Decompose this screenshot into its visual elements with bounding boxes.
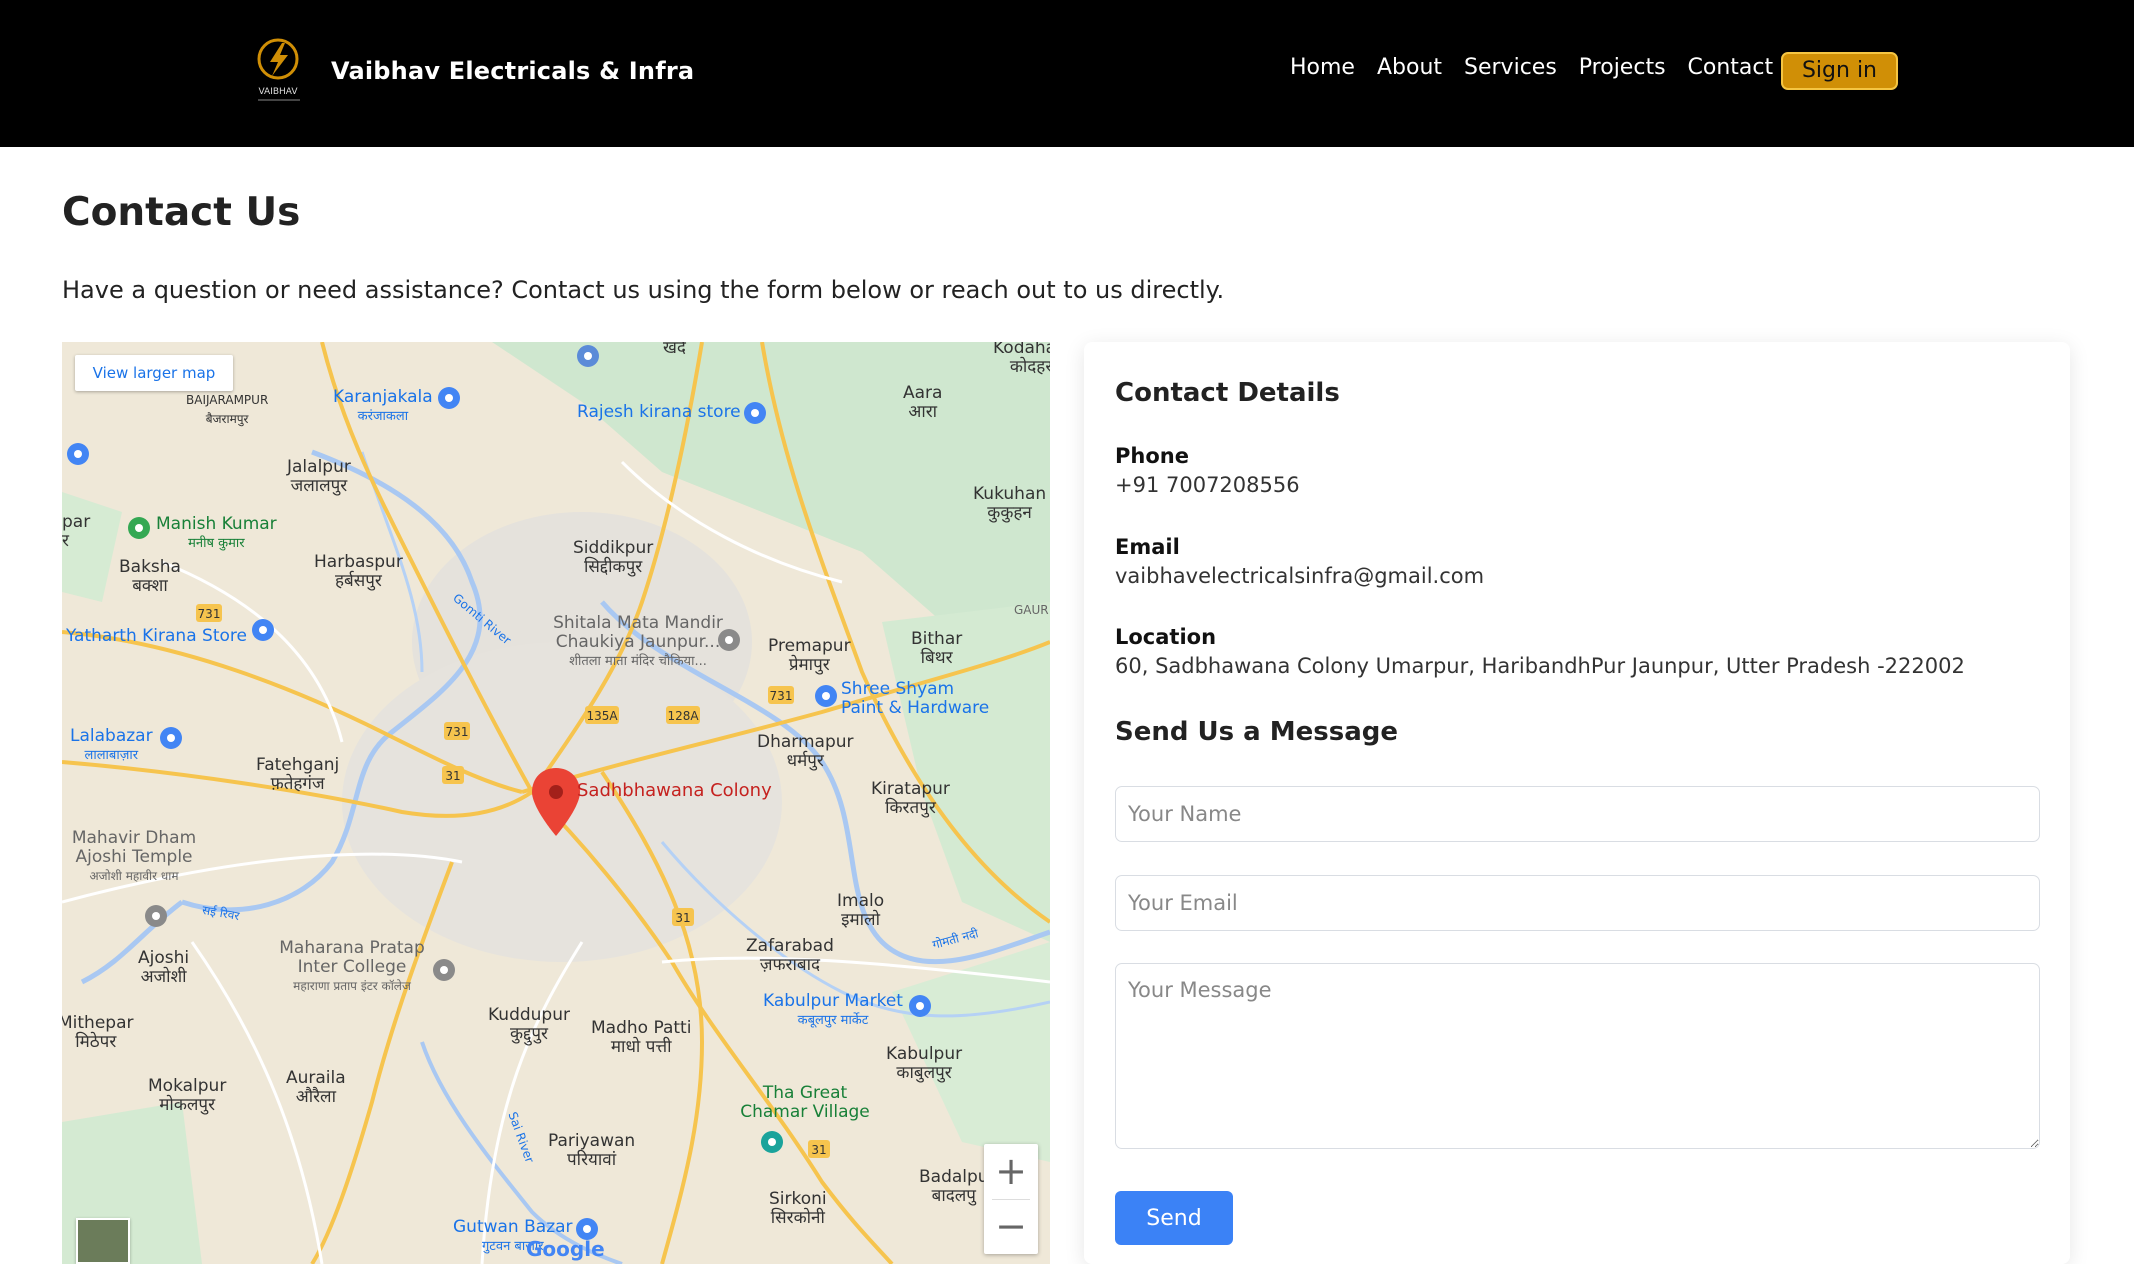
map-place-label: Kabulpur Market कबूलपुर मार्केट — [763, 991, 903, 1029]
google-logo: Google — [526, 1237, 605, 1261]
map-place-label: Karanjakala करंजाकला — [333, 387, 433, 425]
poi-pin-icon — [128, 517, 150, 539]
map-place-label: Mahavir Dham Ajoshi Temple अजोशी महावीर ध… — [71, 828, 197, 884]
send-message-heading: Send Us a Message — [1115, 717, 1399, 747]
navbar: VAIBHAV Vaibhav Electricals & Infra Home… — [0, 0, 2134, 147]
map-place-label: Siddikpur सिद्दीकपुर — [573, 538, 654, 577]
nav-links: Home About Services Projects Contact — [1290, 55, 1795, 80]
map-place-label: Fatehganj फ़तेहगंज — [256, 755, 340, 794]
nav-home[interactable]: Home — [1290, 55, 1355, 80]
poi-pin-icon — [761, 1131, 783, 1153]
map-place-label: Shitala Mata Mandir Chaukiya Jaunpur... श… — [553, 613, 723, 670]
map-place-label: Madho Patti माधो पत्ती — [591, 1018, 692, 1057]
map-place-label: Ajoshi अजोशी — [138, 948, 190, 987]
map-place-label: Sirkoni सिरकोनी — [769, 1189, 827, 1228]
map-place-label: Maharana Pratap Inter College महाराणा प्र… — [279, 938, 425, 994]
brand-logo[interactable]: VAIBHAV — [252, 34, 310, 106]
map-place-label: Kodaharaकोदहरा — [993, 342, 1050, 377]
sign-in-button[interactable]: Sign in — [1781, 52, 1898, 90]
map-place-label: Kiratapur किरतपुर — [871, 779, 950, 818]
email-label: Email — [1115, 535, 1180, 559]
map-place-label: Mithepar मिठेपर — [62, 1013, 134, 1052]
route-shield-label: 31 — [675, 911, 690, 925]
page-intro: Have a question or need assistance? Cont… — [62, 276, 1225, 304]
message-textarea[interactable] — [1115, 963, 2040, 1149]
nav-services[interactable]: Services — [1464, 55, 1557, 80]
phone-value[interactable]: +91 7007208556 — [1115, 473, 1300, 497]
map-embed[interactable]: 731 135A 128A 731 731 31 31 31 View larg… — [62, 342, 1050, 1264]
route-shield-label: 731 — [770, 689, 793, 703]
map-place-label: GAUR — [1014, 603, 1049, 617]
phone-label: Phone — [1115, 444, 1189, 468]
map-place-label: Dharmapur धर्मपुर — [757, 732, 854, 771]
map-place-label: Jalalpur जलालपुर — [287, 457, 351, 496]
map-place-label: Baksha बक्शा — [119, 557, 181, 596]
zoom-out-button[interactable]: − — [984, 1199, 1038, 1254]
poi-pin-icon — [67, 443, 89, 465]
location-label: Location — [1115, 625, 1217, 649]
map-place-label: Kabulpur काबुलपुर — [886, 1044, 963, 1083]
map-place-label: Shree Shyam Paint & Hardware — [841, 679, 990, 718]
send-button[interactable]: Send — [1115, 1191, 1233, 1245]
zoom-controls: + − — [984, 1144, 1038, 1254]
view-larger-map-link[interactable]: View larger map — [75, 355, 233, 391]
poi-pin-icon — [145, 905, 167, 927]
email-value[interactable]: vaibhavelectricalsinfra@gmail.com — [1115, 564, 1484, 588]
map-place-label: Rajesh kirana store — [577, 402, 741, 422]
marker-label: Sadhbhawana Colony — [577, 780, 772, 801]
map-place-label: Premapur प्रेमापुर — [768, 636, 851, 675]
route-shield-label: 731 — [198, 607, 221, 621]
poi-pin-icon — [252, 619, 274, 641]
nav-projects[interactable]: Projects — [1579, 55, 1666, 80]
zoom-in-button[interactable]: + — [984, 1144, 1038, 1199]
map-place-label: Auraila औरैला — [286, 1068, 346, 1107]
contact-card: Contact Details Phone +91 7007208556 Ema… — [1084, 342, 2070, 1264]
poi-pin-icon — [815, 685, 837, 707]
route-shield-label: 128A — [667, 709, 699, 723]
brand-name[interactable]: Vaibhav Electricals & Infra — [331, 57, 694, 85]
map-place-label: Pariyawan परियावां — [548, 1131, 636, 1170]
name-input[interactable] — [1115, 786, 2040, 842]
nav-contact[interactable]: Contact — [1688, 55, 1774, 80]
poi-pin-icon — [909, 995, 931, 1017]
email-input[interactable] — [1115, 875, 2040, 931]
map-place-label: Mokalpur मोकलपुर — [148, 1076, 227, 1115]
map-place-label: Kukuhan कुकुहन — [973, 484, 1047, 523]
route-shield-label: 31 — [811, 1143, 826, 1157]
map-place-label: Imalo इमालो — [837, 891, 885, 930]
route-shield-label: 135A — [586, 709, 618, 723]
map-place-label: Zafarabad ज़फराबाद — [746, 936, 834, 975]
map-place-label: par र — [62, 512, 91, 551]
map-place-label: खर्द — [663, 342, 686, 358]
map-place-label: Bithar बिथर — [911, 629, 963, 668]
poi-pin-icon — [577, 345, 599, 367]
poi-pin-icon — [438, 387, 460, 409]
map-place-label: Yatharth Kirana Store — [66, 626, 247, 646]
zoom-divider — [992, 1199, 1030, 1200]
contact-details-heading: Contact Details — [1115, 378, 1340, 408]
map-place-label: Manish Kumar मनीष कुमार — [156, 514, 277, 552]
route-shield-label: 31 — [445, 769, 460, 783]
route-shield-label: 731 — [446, 725, 469, 739]
map-place-label: Lalabazar लालाबाज़ार — [70, 726, 153, 764]
map-place-label: Harbaspur हर्बसपुर — [314, 552, 403, 591]
poi-pin-icon — [160, 727, 182, 749]
map-place-label: Aara आरा — [903, 383, 943, 422]
poi-pin-icon — [744, 402, 766, 424]
logo-text: VAIBHAV — [258, 87, 298, 97]
page-title: Contact Us — [62, 190, 301, 235]
map-place-label: Tha Great Chamar Village — [740, 1083, 870, 1122]
satellite-toggle[interactable] — [76, 1218, 130, 1264]
map-place-label: BAIJARAMPUR बैजरामपुर — [186, 393, 269, 426]
poi-pin-icon — [433, 959, 455, 981]
nav-about[interactable]: About — [1377, 55, 1442, 80]
location-value: 60, Sadbhawana Colony Umarpur, Haribandh… — [1115, 654, 1965, 678]
map-place-label: Kuddupur कुद्दुपुर — [488, 1005, 570, 1044]
map-place-label: Badalpu बादलपु — [919, 1167, 989, 1206]
